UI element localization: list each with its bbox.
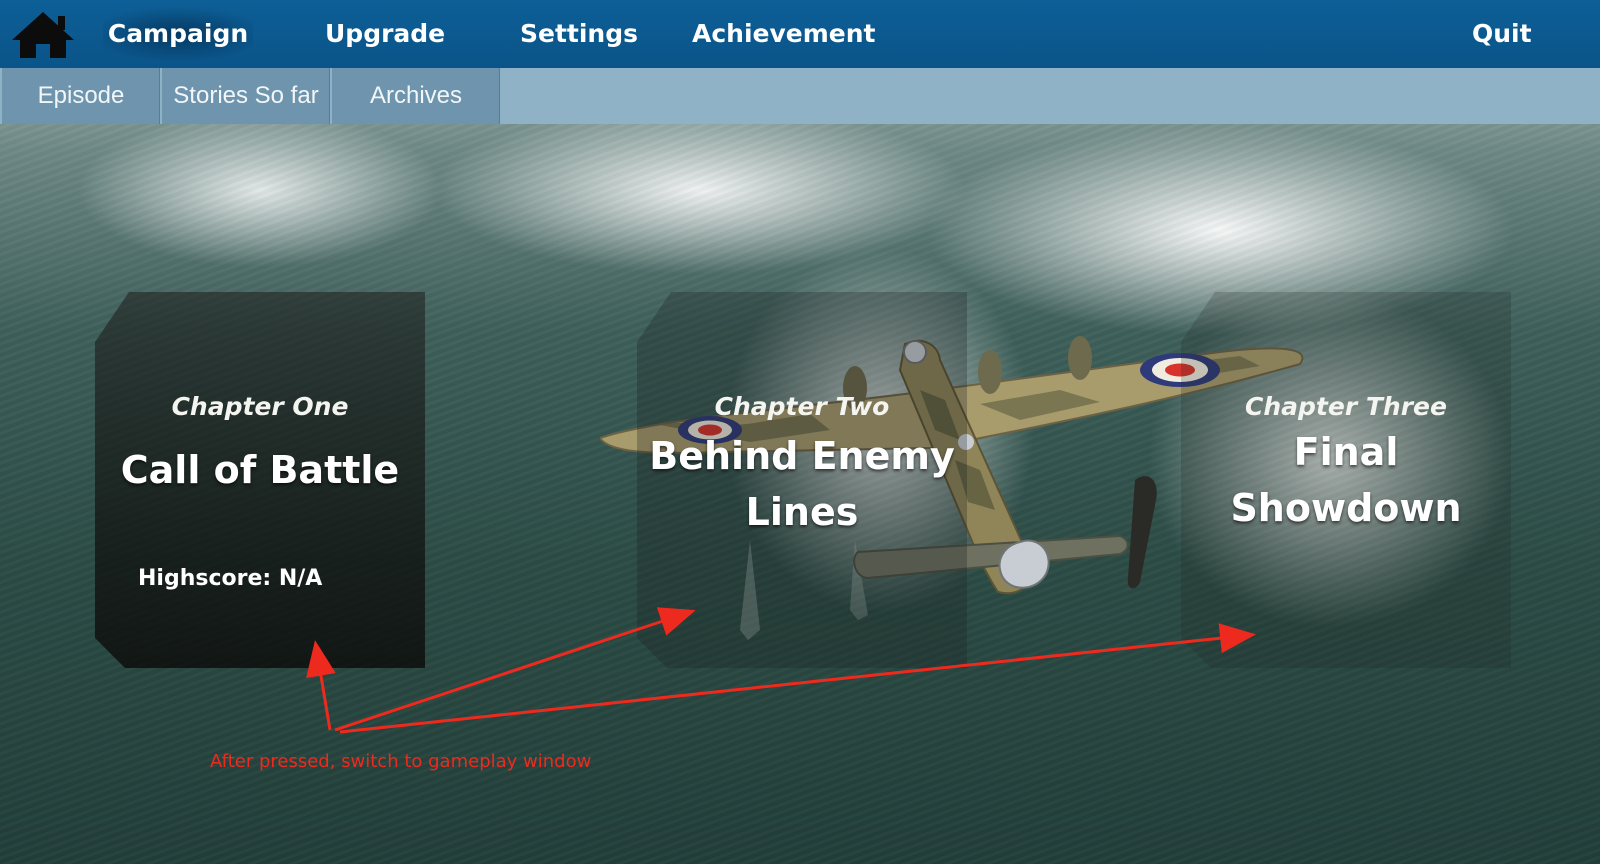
chapter-title-line-1: Behind Enemy: [649, 434, 955, 478]
chapter-label: Chapter Two: [714, 392, 890, 421]
nav-achievement[interactable]: Achievement: [692, 0, 876, 68]
annotation-text: After pressed, switch to gameplay window: [210, 751, 592, 772]
nav-campaign[interactable]: Campaign: [103, 0, 253, 68]
chapter-title-line-2: Showdown: [1230, 486, 1462, 530]
tab-archives[interactable]: Archives: [332, 68, 500, 124]
chapter-title: Call of Battle: [120, 448, 400, 492]
chapter-title-line-1: Final: [1293, 430, 1399, 474]
nav-settings[interactable]: Settings: [520, 0, 638, 68]
home-button[interactable]: [10, 10, 76, 60]
nav-upgrade[interactable]: Upgrade: [325, 0, 445, 68]
tab-stories-so-far[interactable]: Stories So far: [162, 68, 330, 124]
quit-button[interactable]: Quit: [1472, 0, 1532, 68]
top-nav-bar: Campaign Upgrade Settings Achievement Qu…: [0, 0, 1600, 68]
chapter-three-card[interactable]: Chapter Three Final Showdown: [1181, 292, 1511, 668]
chapter-label: Chapter Three: [1245, 392, 1447, 421]
chapter-label: Chapter One: [171, 392, 349, 421]
chapter-one-card[interactable]: Chapter One Call of Battle Highscore: N/…: [95, 292, 425, 668]
chapter-two-card[interactable]: Chapter Two Behind Enemy Lines: [637, 292, 967, 668]
tab-episode[interactable]: Episode: [2, 68, 160, 124]
chapter-title-line-2: Lines: [745, 490, 859, 534]
home-icon: [12, 12, 74, 58]
highscore-text: Highscore: N/A: [138, 566, 323, 591]
